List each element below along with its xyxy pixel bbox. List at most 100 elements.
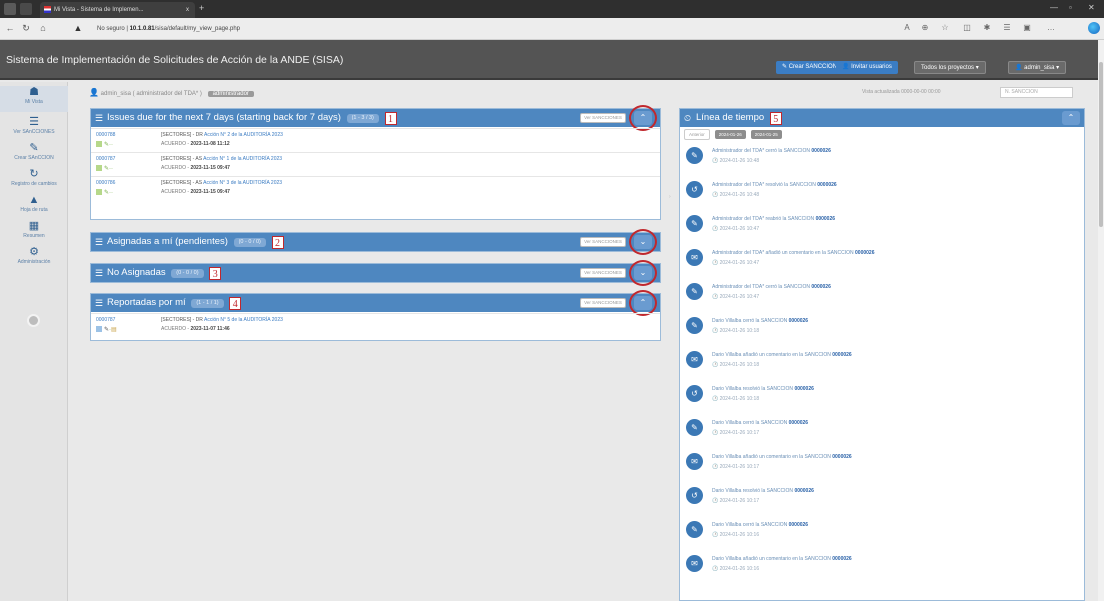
url-field[interactable]: No seguro | 10.1.0.81/sisa/default/my_vi… <box>97 22 397 36</box>
browser-tab[interactable]: Mi Vista - Sistema de Implemen... x <box>40 2 195 18</box>
close-window-icon[interactable]: ✕ <box>1088 3 1095 12</box>
scrollbar-thumb[interactable] <box>1099 62 1103 227</box>
event-issue-link[interactable]: 0000026 <box>855 250 874 256</box>
sidebar-item-admin[interactable]: ⚙ Administración <box>0 246 68 272</box>
checkbox-icon[interactable] <box>96 326 102 332</box>
event-issue-link[interactable]: 0000026 <box>832 454 851 460</box>
view-issues-button[interactable]: Ver SANCCIONES <box>580 268 626 278</box>
back-icon[interactable]: ← <box>4 23 16 33</box>
collections-icon[interactable]: ▣ <box>1022 23 1032 33</box>
event-issue-link[interactable]: 0000026 <box>811 284 830 290</box>
new-tab-icon[interactable]: + <box>199 3 209 13</box>
page-scrollbar[interactable] <box>1098 40 1104 601</box>
tab-title: Mi Vista - Sistema de Implemen... <box>54 7 144 13</box>
event-issue-link[interactable]: 0000026 <box>789 522 808 528</box>
sidebar-item-label: Hoja de ruta <box>20 207 48 213</box>
list-icon: ☰ <box>95 237 104 247</box>
sidebar: ☗ Mi Vista ☰ Ver SAnCCIONES ✎ Crear SAnC… <box>0 82 68 601</box>
home-icon[interactable]: ⌂ <box>37 23 49 33</box>
sidebar-item-create-issue[interactable]: ✎ Crear SAnCCION <box>0 142 68 168</box>
event-issue-link[interactable]: 0000026 <box>832 352 851 358</box>
issue-id[interactable]: 0000788 <box>96 132 115 138</box>
read-aloud-icon[interactable]: A <box>902 23 912 33</box>
timeline-date-button[interactable]: 2024-01-25 <box>750 130 782 139</box>
issue-link[interactable]: Acción N° 3 de la AUDITORÍA 2023 <box>203 180 282 186</box>
app-title[interactable]: Sistema de Implementación de Solicitudes… <box>6 40 343 80</box>
issue-link[interactable]: Acción N° 2 de la AUDITORÍA 2023 <box>204 132 283 138</box>
tab-close-icon[interactable]: x <box>186 2 189 18</box>
view-issues-button[interactable]: Ver SANCCIONES <box>580 298 626 308</box>
more-menu-icon[interactable]: … <box>1046 23 1056 33</box>
event-issue-link[interactable]: 0000026 <box>794 488 813 494</box>
table-row[interactable]: 0000787 ✎·▤ [SECTORES] - DR Acción N° 5 … <box>91 313 660 336</box>
sidebar-item-my-view[interactable]: ☗ Mi Vista <box>0 86 68 112</box>
breadcrumb-user[interactable]: admin_sisa ( administrador del TDA* ) <box>101 91 202 97</box>
table-row[interactable]: 0000786 ✎·· [SECTORES] - AS Acción N° 3 … <box>91 176 660 199</box>
checkbox-icon[interactable] <box>96 165 102 171</box>
panel-header[interactable]: ☰ Asignadas a mí (pendientes) (0 - 0 / 0… <box>91 229 660 255</box>
sidebar-collapse-icon[interactable] <box>27 314 40 327</box>
timeline-item: ✎ Dario Villalba cerró la SANCCION 000002… <box>680 414 1084 447</box>
edit-icon[interactable]: ✎ <box>104 190 109 196</box>
warning-icon[interactable]: ▲ <box>72 23 84 33</box>
table-row[interactable]: 0000788 ✎·· [SECTORES] - DR Acción N° 2 … <box>91 128 660 151</box>
timeline-header[interactable]: ⏲ Línea de tiempo 5 ⌃ <box>680 109 1084 127</box>
panel-header[interactable]: ☰ Issues due for the next 7 days (starti… <box>91 105 660 131</box>
projects-dropdown[interactable]: Todos los proyectos ▾ <box>914 61 986 74</box>
user-menu-dropdown[interactable]: 👤 admin_sisa ▾ <box>1008 61 1067 74</box>
maximize-icon[interactable]: ▫ <box>1069 3 1072 12</box>
checkbox-icon[interactable] <box>96 141 102 147</box>
favorites-icon[interactable]: ☰ <box>1002 23 1012 33</box>
issue-id[interactable]: 0000787 <box>96 317 115 323</box>
event-issue-link[interactable]: 0000026 <box>794 386 813 392</box>
timeline-item: ✎ Dario Villalba cerró la SANCCION 000002… <box>680 516 1084 549</box>
event-issue-link[interactable]: 0000026 <box>811 148 830 154</box>
event-issue-link[interactable]: 0000026 <box>789 318 808 324</box>
edit-icon[interactable]: ✎ <box>104 142 109 148</box>
timeline-prev-button[interactable]: Anterior <box>684 129 710 140</box>
minimize-icon[interactable]: — <box>1050 3 1058 12</box>
panel-header[interactable]: ☰ No Asignadas (0 - 0 / 0) 3 Ver SANCCIO… <box>91 260 660 286</box>
sidebar-item-label: Registro de cambios <box>11 181 57 187</box>
edit-icon[interactable]: ✎ <box>104 166 109 172</box>
event-issue-link[interactable]: 0000026 <box>816 216 835 222</box>
sidebar-item-summary[interactable]: ▦ Resumen <box>0 220 68 246</box>
issue-link[interactable]: Acción N° 5 de la AUDITORÍA 2023 <box>204 317 283 323</box>
timeline-date-button[interactable]: 2024-01-26 <box>714 130 746 139</box>
issue-summary: [SECTORES] - AS Acción N° 3 de la AUDITO… <box>161 180 282 186</box>
event-issue-link[interactable]: 0000026 <box>817 182 836 188</box>
table-row[interactable]: 0000787 ✎·· [SECTORES] - AS Acción N° 1 … <box>91 152 660 175</box>
sidebar-item-roadmap[interactable]: ▲ Hoja de ruta <box>0 194 68 220</box>
sidebar-item-label: Administración <box>17 259 51 265</box>
issue-id[interactable]: 0000786 <box>96 180 115 186</box>
panel-resize-handle[interactable]: › <box>669 194 671 200</box>
checkbox-icon[interactable] <box>96 189 102 195</box>
sidebar-item-changelog[interactable]: ↻ Registro de cambios <box>0 168 68 194</box>
view-issues-button[interactable]: Ver SANCCIONES <box>580 237 626 247</box>
issue-id[interactable]: 0000787 <box>96 156 115 162</box>
split-screen-icon[interactable]: ◫ <box>962 23 972 33</box>
zoom-icon[interactable]: ⊕ <box>920 23 930 33</box>
event-description: Dario Villalba añadió un comentario en l… <box>712 352 833 358</box>
favorite-star-icon[interactable]: ☆ <box>940 23 950 33</box>
edge-copilot-icon[interactable] <box>1088 22 1100 34</box>
refresh-icon[interactable]: ↻ <box>20 23 32 34</box>
sidebar-item-view-issues[interactable]: ☰ Ver SAnCCIONES <box>0 116 68 142</box>
invite-users-button[interactable]: 👤 Invitar usuarios <box>836 61 898 74</box>
issue-meta: ACUERDO - 2023-11-15 09:47 <box>161 165 230 171</box>
issue-search-input[interactable]: N. SANCCION <box>1000 87 1073 98</box>
view-issues-button[interactable]: Ver SANCCIONES <box>580 113 626 123</box>
browser-profile-icon[interactable] <box>4 3 16 15</box>
sidebar-item-label: Crear SAnCCION <box>14 155 54 161</box>
event-issue-link[interactable]: 0000026 <box>789 420 808 426</box>
browser-workspaces-icon[interactable] <box>20 3 32 15</box>
extensions-icon[interactable]: ✱ <box>982 23 992 33</box>
edit-icon[interactable]: ✎ <box>104 327 109 333</box>
collapse-toggle-icon[interactable]: ⌃ <box>1062 111 1080 125</box>
breadcrumb: 👤 admin_sisa ( administrador del TDA* ) … <box>89 87 254 99</box>
panel-header[interactable]: ☰ Reportadas por mí (1 - 1 / 1) 4 Ver SA… <box>91 290 660 316</box>
create-sanccion-button[interactable]: ✎ Crear SANCCION <box>776 61 844 74</box>
issue-link[interactable]: Acción N° 1 de la AUDITORÍA 2023 <box>203 156 282 162</box>
attachment-icon[interactable]: ▤ <box>111 327 117 333</box>
event-issue-link[interactable]: 0000026 <box>832 556 851 562</box>
